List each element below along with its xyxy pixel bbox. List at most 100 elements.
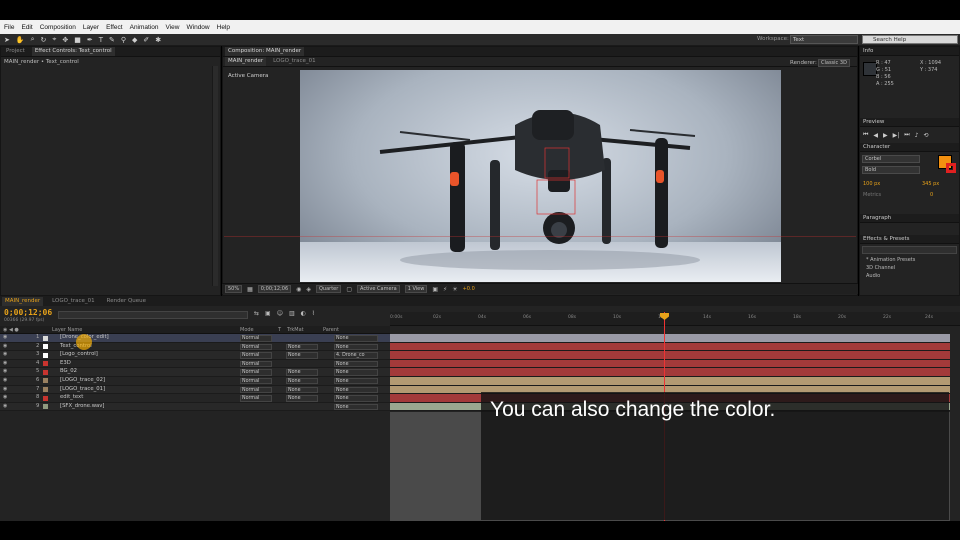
visibility-eye-icon[interactable]: ◉ xyxy=(3,394,7,400)
menu-layer[interactable]: Layer xyxy=(83,24,99,31)
fast-preview-icon[interactable]: ⚡ xyxy=(443,286,447,293)
layer-mode-select[interactable]: Normal xyxy=(240,377,272,385)
first-frame-icon[interactable]: ⏮ xyxy=(863,131,868,139)
col-layer-name[interactable]: Layer Name xyxy=(52,327,82,333)
layer-parent-select[interactable]: None xyxy=(334,360,378,368)
prev-frame-icon[interactable]: ◀ xyxy=(873,132,878,139)
layer-row[interactable]: ◉ 7 [LOGO_trace_01] Normal None None xyxy=(0,385,390,395)
visibility-eye-icon[interactable]: ◉ xyxy=(3,386,7,392)
next-frame-icon[interactable]: ▶| xyxy=(893,132,900,139)
visibility-eye-icon[interactable]: ◉ xyxy=(3,343,7,349)
pen-tool-icon[interactable]: ✒ xyxy=(87,36,93,44)
layer-duration-bar[interactable] xyxy=(390,368,950,377)
layer-row[interactable]: ◉ 3 [Logo_control] Normal None 4. Drone_co xyxy=(0,351,390,360)
stroke-color-swatch[interactable] xyxy=(946,163,956,173)
search-help-input[interactable]: Search Help xyxy=(862,35,958,44)
visibility-eye-icon[interactable]: ◉ xyxy=(3,334,7,340)
layer-row[interactable]: ◉ 4 E3D Normal None xyxy=(0,359,390,369)
menu-window[interactable]: Window xyxy=(187,24,210,31)
kerning-value[interactable]: 0 xyxy=(930,192,933,198)
layer-name[interactable]: E3D xyxy=(60,360,71,366)
audio-icon[interactable]: ♪ xyxy=(915,132,919,139)
tab-composition[interactable]: Composition: MAIN_render xyxy=(225,47,305,56)
subtab-logo-trace[interactable]: LOGO_trace_01 xyxy=(270,57,318,66)
text-tool-icon[interactable]: T xyxy=(99,36,103,44)
layer-mode-select[interactable]: Normal xyxy=(240,343,272,351)
layer-parent-select[interactable]: None xyxy=(334,335,378,342)
visibility-eye-icon[interactable]: ◉ xyxy=(3,368,7,374)
layer-row[interactable]: ◉ 8 edit_text Normal None None xyxy=(0,394,390,403)
toggle-pixel-icon[interactable]: ▣ xyxy=(432,286,438,293)
rotate-tool-icon[interactable]: ↻ xyxy=(41,36,47,44)
layer-duration-bar[interactable] xyxy=(390,342,950,352)
layer-trkmat-select[interactable]: None xyxy=(286,377,318,385)
grid-icon[interactable]: ▦ xyxy=(247,286,253,293)
layer-parent-select[interactable]: None xyxy=(334,386,378,394)
subtab-main-render[interactable]: MAIN_render xyxy=(225,57,267,66)
motion-blur-icon[interactable]: ◐ xyxy=(301,310,306,317)
layer-row[interactable]: ◉ 9 [SFX_drone.wav] None xyxy=(0,402,390,412)
visibility-eye-icon[interactable]: ◉ xyxy=(3,377,7,383)
layer-trkmat-select[interactable]: None xyxy=(286,343,318,351)
layer-row[interactable]: ◉ 5 BG_02 Normal None None xyxy=(0,368,390,377)
roto-tool-icon[interactable]: ✐ xyxy=(143,36,149,44)
layer-label-color[interactable] xyxy=(43,387,48,393)
layer-name[interactable]: BG_02 xyxy=(60,368,77,374)
layer-duration-bar[interactable] xyxy=(390,351,950,360)
layer-parent-select[interactable]: None xyxy=(334,369,378,376)
font-family-select[interactable]: Corbel xyxy=(862,155,920,163)
exposure-value[interactable]: +0.0 xyxy=(463,286,475,292)
visibility-eye-icon[interactable]: ◉ xyxy=(3,351,7,357)
effects-search-input[interactable] xyxy=(862,246,957,254)
col-mode[interactable]: Mode xyxy=(240,327,254,333)
shy-icon[interactable]: ☺ xyxy=(277,310,283,317)
layer-name[interactable]: [LOGO_trace_01] xyxy=(60,386,105,392)
left-panel-scrollbar[interactable] xyxy=(212,66,218,286)
stamp-tool-icon[interactable]: ⚲ xyxy=(121,36,126,44)
visibility-eye-icon[interactable]: ◉ xyxy=(3,360,7,366)
layer-mode-select[interactable]: Normal xyxy=(240,369,272,376)
layer-parent-select[interactable]: None xyxy=(334,343,378,351)
menu-help[interactable]: Help xyxy=(217,24,230,31)
layer-duration-bar[interactable] xyxy=(390,359,950,369)
tab-main-render[interactable]: MAIN_render xyxy=(2,296,44,306)
visibility-eye-icon[interactable]: ◉ xyxy=(3,403,7,409)
layer-label-color[interactable] xyxy=(43,369,48,375)
layer-mode-select[interactable]: Normal xyxy=(240,335,272,342)
layer-label-color[interactable] xyxy=(43,352,48,358)
layer-mode-select[interactable]: Normal xyxy=(240,386,272,394)
layer-mode-select[interactable]: Normal xyxy=(240,360,272,368)
effects-item-audio[interactable]: Audio xyxy=(866,272,959,280)
tab-logo-trace[interactable]: LOGO_trace_01 xyxy=(49,297,97,306)
time-ruler[interactable]: 0:00s 02s 04s 06s 08s 10s 12s 14s 16s 18… xyxy=(390,312,960,326)
layer-name[interactable]: edit_text xyxy=(60,394,83,400)
puppet-tool-icon[interactable]: ✱ xyxy=(155,36,161,44)
last-frame-icon[interactable]: ⏭ xyxy=(904,131,909,139)
leading-value[interactable]: 345 px xyxy=(922,181,939,187)
layer-row[interactable]: ◉2Text_controlNormalNoneNone xyxy=(0,342,390,352)
viewer-timecode[interactable]: 0;00;12;06 xyxy=(257,285,292,293)
brush-tool-icon[interactable]: ✎ xyxy=(109,36,115,44)
layer-mode-select[interactable]: Normal xyxy=(240,352,272,359)
layer-label-color[interactable] xyxy=(43,378,48,384)
tab-effect-controls[interactable]: Effect Controls: Text_control xyxy=(31,47,115,56)
layer-parent-select[interactable]: 4. Drone_co xyxy=(334,352,378,359)
frame-blend-icon[interactable]: ▥ xyxy=(289,310,295,317)
layer-name[interactable]: [LOGO_trace_02] xyxy=(60,377,105,383)
layer-label-color[interactable] xyxy=(43,404,48,410)
hand-tool-icon[interactable]: ✋ xyxy=(16,36,25,44)
eraser-tool-icon[interactable]: ◆ xyxy=(132,36,137,44)
layer-parent-select[interactable]: None xyxy=(334,395,378,402)
layer-name[interactable]: [SFX_drone.wav] xyxy=(60,403,105,409)
view-layout-select[interactable]: 1 View xyxy=(404,285,428,293)
menu-animation[interactable]: Animation xyxy=(130,24,159,31)
zoom-tool-icon[interactable]: ⌕ xyxy=(31,35,35,44)
camera-select[interactable]: Active Camera xyxy=(357,285,400,293)
menu-view[interactable]: View xyxy=(166,24,180,31)
layer-search-input[interactable] xyxy=(58,311,248,319)
loop-icon[interactable]: ⟲ xyxy=(924,132,929,139)
graph-editor-icon[interactable]: ⌇ xyxy=(312,310,315,317)
layer-trkmat-select[interactable]: None xyxy=(286,369,318,376)
workspace-select[interactable]: Text xyxy=(790,35,858,44)
font-style-select[interactable]: Bold xyxy=(862,166,920,174)
